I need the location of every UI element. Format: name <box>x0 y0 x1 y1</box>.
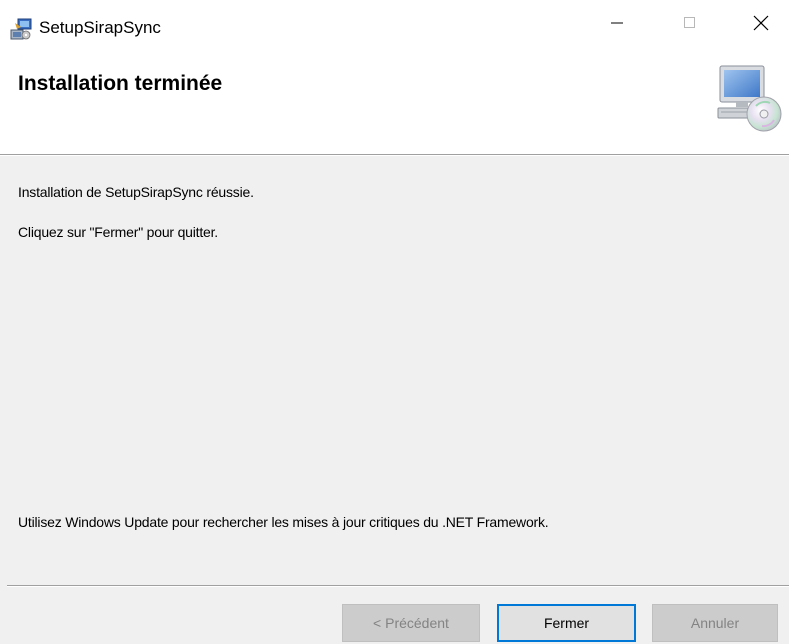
success-message: Installation de SetupSirapSync réussie. <box>18 184 254 200</box>
cancel-button[interactable]: Annuler <box>652 604 778 642</box>
setup-window: SetupSirapSync Installation terminée Ins… <box>0 0 789 644</box>
windows-update-note: Utilisez Windows Update pour rechercher … <box>18 514 549 530</box>
computer-cd-icon <box>716 64 782 134</box>
close-instruction: Cliquez sur "Fermer" pour quitter. <box>18 224 218 240</box>
header-divider-highlight <box>0 155 789 156</box>
previous-button[interactable]: < Précédent <box>342 604 480 642</box>
close-icon <box>752 14 770 37</box>
close-button[interactable]: Fermer <box>497 604 636 642</box>
window-title: SetupSirapSync <box>39 18 161 37</box>
maximize-button[interactable] <box>662 0 718 50</box>
installer-icon <box>9 17 33 41</box>
footer-divider-highlight <box>7 586 789 587</box>
maximize-icon <box>682 15 698 36</box>
header-banner: Installation terminée <box>0 50 789 154</box>
minimize-icon <box>609 15 625 36</box>
title-bar[interactable]: SetupSirapSync <box>0 0 789 50</box>
minimize-button[interactable] <box>589 0 645 50</box>
close-window-button[interactable] <box>733 0 789 50</box>
page-title: Installation terminée <box>18 72 223 95</box>
